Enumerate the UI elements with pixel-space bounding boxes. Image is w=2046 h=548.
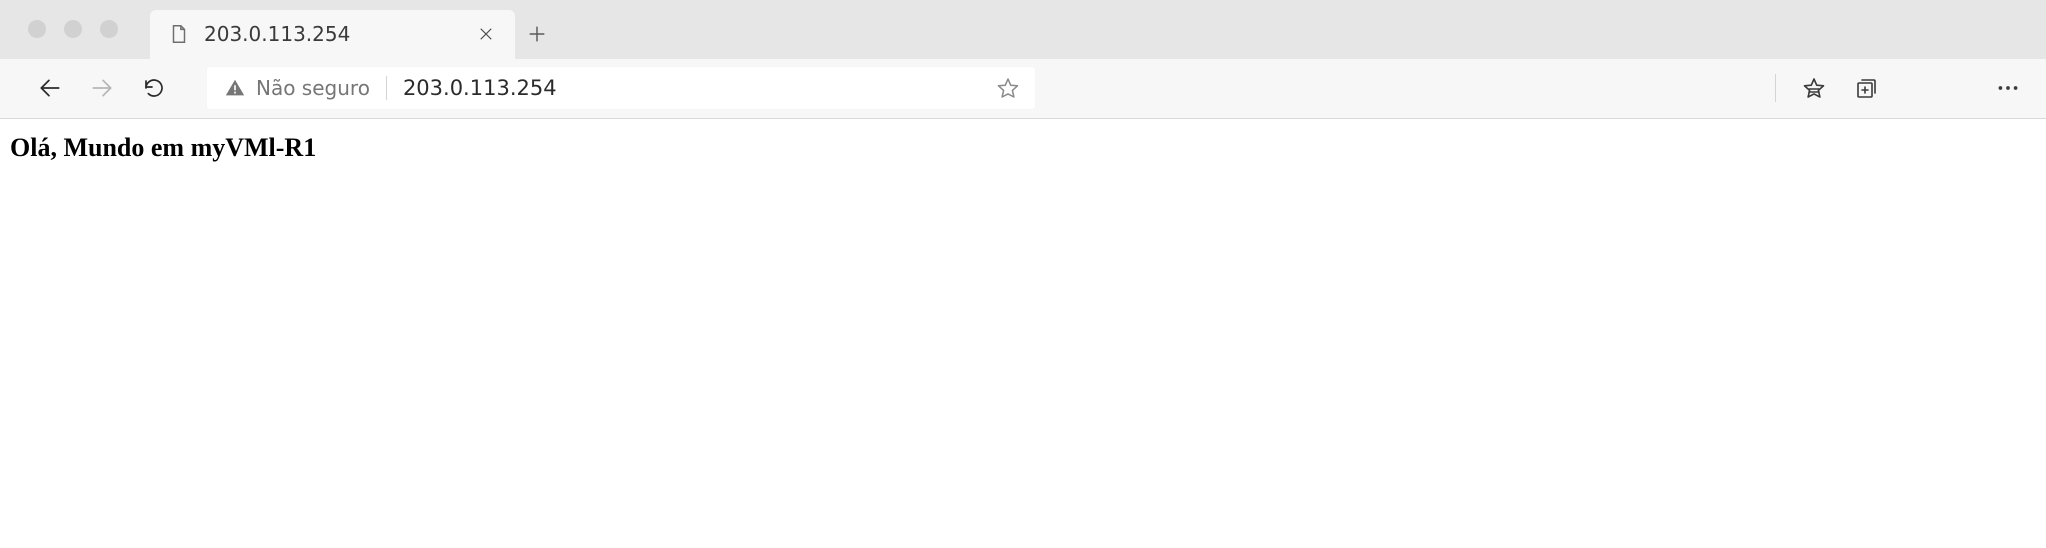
browser-chrome: 203.0.113.254 — [0, 0, 2046, 119]
traffic-light-close-icon[interactable] — [28, 20, 46, 38]
favorite-button[interactable] — [990, 70, 1026, 106]
security-badge[interactable]: Não seguro — [224, 76, 387, 100]
browser-tab[interactable]: 203.0.113.254 — [150, 10, 515, 59]
collections-button[interactable] — [1842, 64, 1890, 112]
separator — [1775, 74, 1776, 102]
new-tab-button[interactable] — [515, 10, 559, 59]
traffic-light-maximize-icon[interactable] — [100, 20, 118, 38]
address-bar[interactable]: Não seguro 203.0.113.254 — [206, 66, 1036, 110]
favorites-button[interactable] — [1790, 64, 1838, 112]
page-content: Olá, Mundo em myVMl-R1 — [0, 119, 2046, 177]
document-icon — [168, 23, 190, 45]
back-button[interactable] — [26, 64, 74, 112]
tab-strip: 203.0.113.254 — [0, 0, 2046, 59]
macos-window-controls — [0, 0, 118, 59]
toolbar-right — [1769, 64, 2032, 112]
tab-close-button[interactable] — [471, 19, 501, 49]
page-body-text: Olá, Mundo em myVMl-R1 — [10, 133, 316, 162]
refresh-button[interactable] — [130, 64, 178, 112]
url-text[interactable]: 203.0.113.254 — [403, 76, 990, 100]
warning-icon — [224, 77, 246, 99]
security-label: Não seguro — [256, 76, 370, 100]
more-menu-button[interactable] — [1984, 64, 2032, 112]
toolbar: Não seguro 203.0.113.254 — [0, 59, 2046, 119]
tab-title: 203.0.113.254 — [204, 22, 471, 46]
traffic-light-minimize-icon[interactable] — [64, 20, 82, 38]
forward-button — [78, 64, 126, 112]
